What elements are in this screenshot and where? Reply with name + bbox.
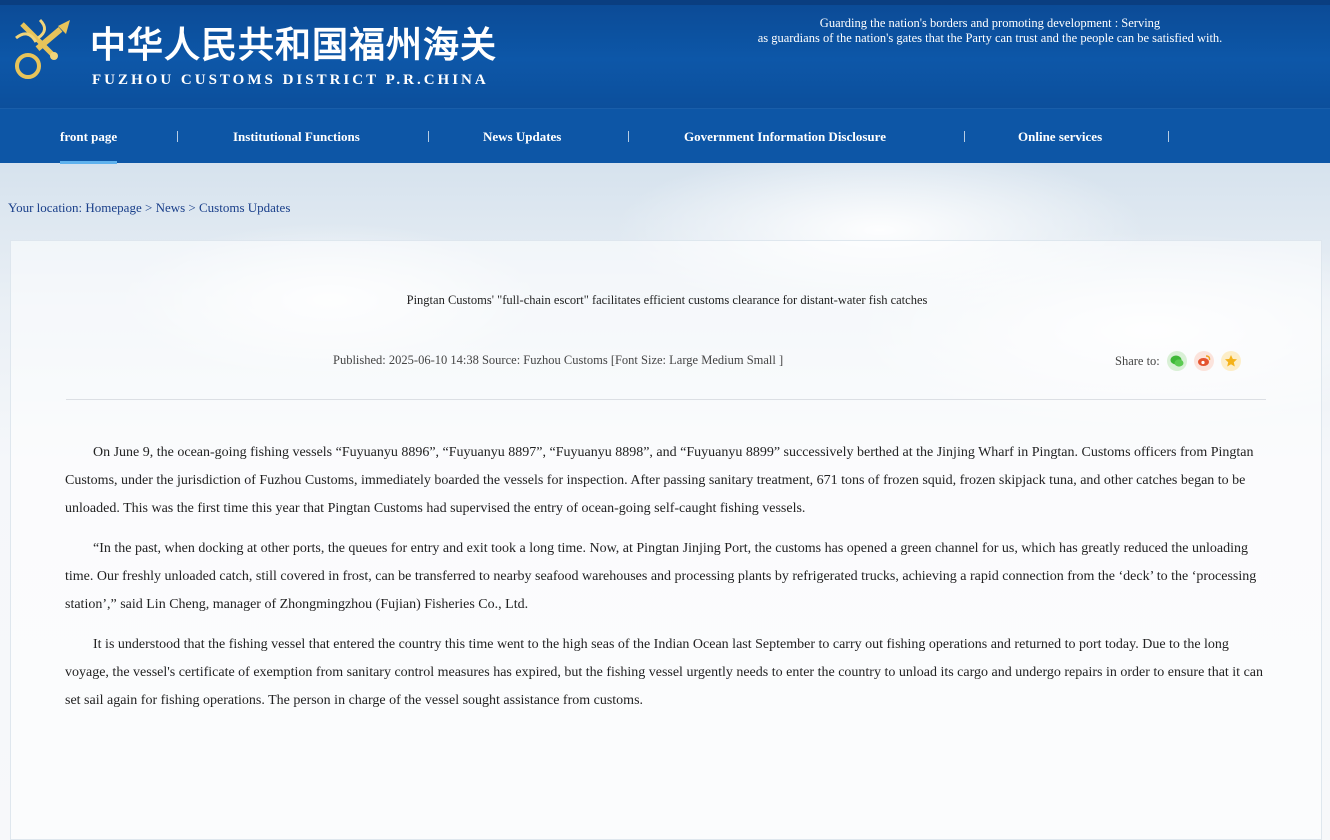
nav-separator <box>628 131 629 142</box>
source-label: Source: <box>481 353 521 367</box>
nav-separator <box>1168 131 1169 142</box>
slogan-line-1: Guarding the nation's borders and promot… <box>819 16 1161 30</box>
article-divider <box>66 399 1266 400</box>
header-top-line <box>0 0 1330 5</box>
share-label: Share to: <box>1115 353 1160 368</box>
breadcrumb-customs-updates[interactable]: Customs Updates <box>199 200 290 215</box>
wechat-icon[interactable] <box>1166 351 1187 371</box>
nav-separator <box>177 131 178 142</box>
font-size-small-link[interactable]: Small <box>747 353 776 367</box>
site-title-en: FUZHOU CUSTOMS DISTRICT P.R.CHINA <box>92 72 489 88</box>
nav-separator <box>964 131 965 142</box>
font-size-medium-link[interactable]: Medium <box>701 353 743 367</box>
weibo-icon[interactable] <box>1193 351 1214 371</box>
font-size-large-link[interactable]: Large <box>669 353 698 367</box>
nav-item-government-information-disclosure[interactable]: Government Information Disclosure <box>684 109 886 164</box>
nav-separator <box>428 131 429 142</box>
breadcrumb-homepage[interactable]: Homepage <box>85 200 141 215</box>
breadcrumb-separator: > <box>144 200 153 215</box>
article-paragraph: “In the past, when docking at other port… <box>65 541 1257 612</box>
breadcrumb-prefix: Your location: <box>8 200 83 215</box>
font-size-close: ] <box>778 353 784 367</box>
site-header: 中华人民共和国福州海关 FUZHOU CUSTOMS DISTRICT P.R.… <box>0 0 1330 108</box>
article-body: On June 9, the ocean-going fishing vesse… <box>65 439 1275 727</box>
font-size-label: [Font Size: <box>610 353 667 367</box>
slogan-line-2: as guardians of the nation's gates that … <box>757 31 1223 45</box>
header-slogan: Guarding the nation's borders and promot… <box>670 16 1310 46</box>
published-label: Published: <box>333 353 386 367</box>
customs-emblem-icon[interactable] <box>14 16 78 80</box>
nav-item-online-services[interactable]: Online services <box>1018 109 1102 164</box>
favorite-icon[interactable] <box>1220 351 1241 371</box>
nav-item-news-updates[interactable]: News Updates <box>483 109 561 164</box>
article-title: Pingtan Customs' "full-chain escort" fac… <box>406 293 928 307</box>
share-bar: Share to: <box>1115 351 1241 371</box>
nav-item-front-page[interactable]: front page <box>60 109 118 164</box>
article-meta: Published: 2025-06-10 14:38 Source: Fuzh… <box>333 353 783 368</box>
site-title-cn: 中华人民共和国福州海关 <box>90 24 498 66</box>
published-value: 2025-06-10 14:38 <box>388 353 479 367</box>
article-paragraph: It is understood that the fishing vessel… <box>65 637 1263 708</box>
breadcrumb-separator: > <box>188 200 196 215</box>
article-panel: Pingtan Customs' "full-chain escort" fac… <box>10 240 1322 840</box>
main-nav: front page Institutional Functions News … <box>0 108 1330 164</box>
breadcrumb-news[interactable]: News <box>156 200 186 215</box>
nav-item-institutional-functions[interactable]: Institutional Functions <box>233 109 360 164</box>
source-value: Fuzhou Customs <box>523 353 608 367</box>
breadcrumb: Your location: Homepage > News > Customs… <box>8 200 290 216</box>
article-paragraph: On June 9, the ocean-going fishing vesse… <box>65 445 1254 516</box>
